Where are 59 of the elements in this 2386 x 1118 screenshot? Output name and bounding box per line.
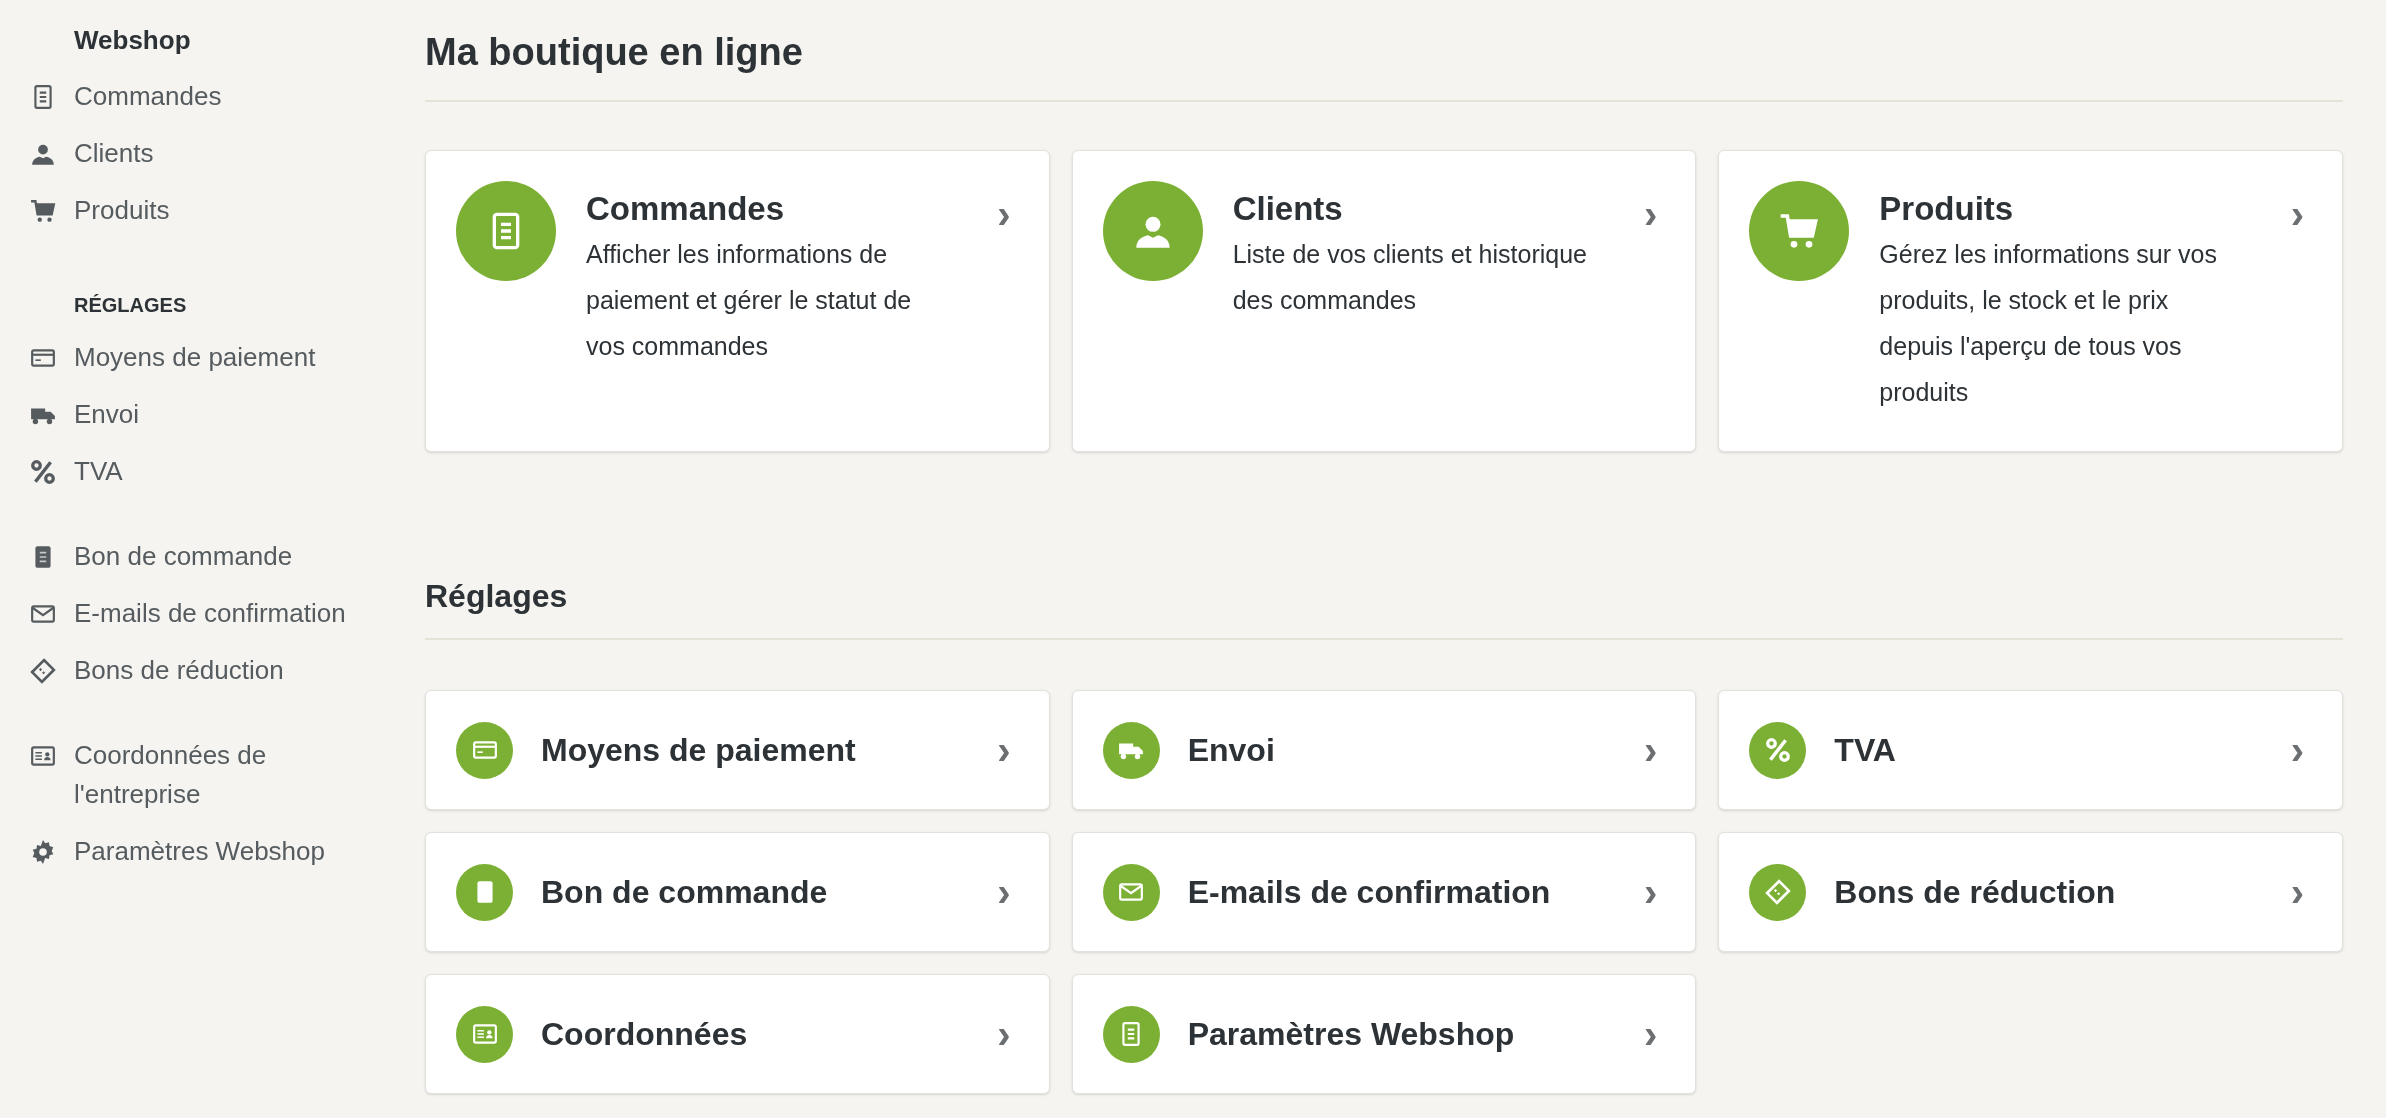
settings-card[interactable]: Paramètres Webshop › [1071,974,1697,1094]
percent-icon [30,458,56,485]
sidebar-link[interactable]: E-mails de confirmation [30,585,400,642]
cart-icon [30,197,56,224]
feature-card[interactable]: Produits Gérez les informations sur vos produits, le stock et le prix depuis l'aperçu de tous vos produits › [1718,150,2343,452]
sidebar-section-heading: RÉGLAGES [73,293,188,318]
card-title: Paramètres Webshop [1187,1015,1516,1054]
card-title: Clients [1232,189,1344,229]
chevron-icon: › [997,730,1011,770]
settings-card[interactable]: TVA › [1718,690,2343,810]
card-title: Bon de commande [541,873,829,912]
chevron-icon: › [1644,192,1658,236]
percent-icon [1764,737,1791,763]
settings-card[interactable]: E-mails de confirmation › [1071,832,1697,952]
sidebar-link[interactable]: Envoi [30,386,400,443]
chevron-icon: › [1644,1014,1658,1054]
card-description: Gérez les informations sur vos produits, le stock et le prix depuis l'aperçu de tous vos produits [1879,239,2218,408]
chevron-icon: › [2290,192,2304,236]
sidebar-link[interactable]: Moyens de paiement [30,329,400,386]
sidebar-title: Webshop [73,24,192,57]
sidebar-link[interactable]: Coordonnées de l'entreprise [30,727,400,823]
settings-card[interactable]: Bons de réduction › [1718,832,2343,952]
sidebar-link[interactable]: Bons de réduction [30,642,400,699]
chevron-icon: › [1644,730,1658,770]
chevron-icon: › [1644,872,1658,912]
sidebar-link[interactable]: TVA [30,443,400,500]
chevron-icon: › [997,192,1011,236]
settings-card[interactable]: Bon de commande › [425,832,1050,952]
card-title: Commandes [586,189,786,229]
settings-icon [30,838,56,865]
sidebar-link[interactable]: Clients [30,125,400,182]
chevron-icon: › [2290,872,2304,912]
card-title: Coordonnées [541,1015,749,1054]
settings-card[interactable]: Coordonnées › [425,974,1050,1094]
ticket-icon [1764,879,1791,905]
sidebar-link[interactable]: Commandes [30,68,400,125]
page-title: Ma boutique en ligne [425,30,804,75]
card-title: Envoi [1187,731,1276,770]
card-title: Bons de réduction [1834,873,2117,912]
sidebar-link[interactable]: Produits [30,182,400,239]
feature-card[interactable]: Clients Liste de vos clients et historique des commandes › [1071,150,1697,452]
card-title: TVA [1834,731,1897,770]
id-card-icon [471,1021,498,1047]
card-title: E-mails de confirmation [1187,873,1552,912]
card-title: Moyens de paiement [541,731,857,770]
chevron-icon: › [997,1014,1011,1054]
card-description: Liste de vos clients et historique des commandes [1232,239,1588,316]
settings-card[interactable]: Envoi › [1071,690,1697,810]
section-heading: Réglages [425,577,569,616]
sidebar-link[interactable]: Paramètres Webshop [30,823,400,880]
card-description: Afficher les informations de paiement et gérer le statut de vos commandes [586,239,913,362]
cart-icon [1779,211,1820,251]
settings-card[interactable]: Moyens de paiement › [425,690,1050,810]
sidebar-link[interactable]: Bon de commande [30,528,400,585]
feature-card[interactable]: Commandes Afficher les informations de paiement et gérer le statut de vos commandes › [425,150,1050,452]
chevron-icon: › [2290,730,2304,770]
card-title: Produits [1879,189,2015,229]
ticket-icon [30,657,56,684]
chevron-icon: › [997,872,1011,912]
